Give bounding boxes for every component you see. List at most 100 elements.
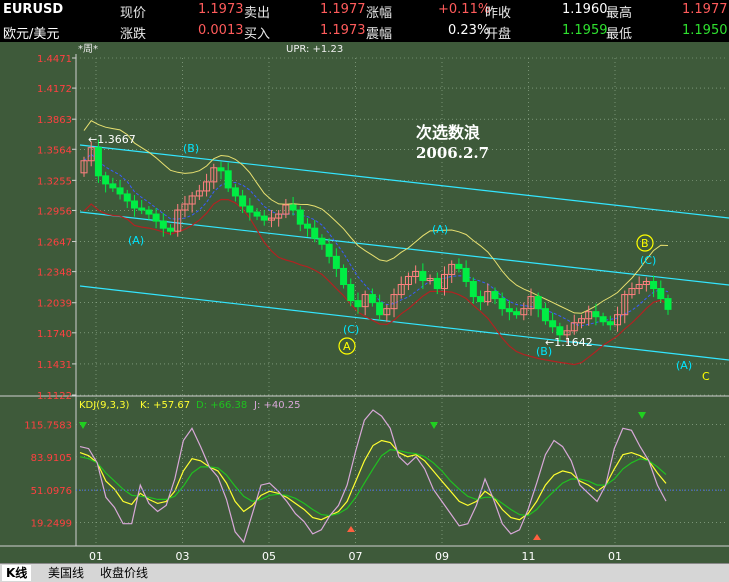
y-tick-label: 1.3564 [37, 145, 72, 156]
x-tick-label: 03 [176, 550, 190, 563]
y-tick-label: 1.1740 [37, 329, 72, 340]
y-tick-label: 115.7583 [24, 420, 72, 431]
quote-value: 0.23% [448, 23, 490, 38]
quote-value: 1.1977 [682, 2, 728, 17]
y-tick-label: 1.2647 [37, 238, 72, 249]
candle-body [116, 187, 124, 195]
y-tick-label: 1.4172 [37, 84, 72, 95]
kdj-title: KDJ(9,3,3) [79, 400, 130, 411]
annotation-date: 2006.2.7 [416, 144, 489, 162]
quote-value: 1.1960 [562, 2, 608, 17]
wave-label: (C) [640, 254, 656, 267]
x-tick-label: 11 [522, 550, 536, 563]
candle-body [592, 311, 600, 318]
candle-body [657, 288, 665, 300]
candle-body [167, 227, 175, 232]
candle-body [260, 215, 268, 221]
y-tick-label: 1.4471 [37, 54, 72, 65]
x-tick-label: 09 [435, 550, 449, 563]
quote-value: 1.1977 [320, 2, 366, 17]
candle-body [491, 291, 499, 300]
candle-body [664, 298, 672, 310]
quote-value: +0.11% [438, 2, 491, 17]
candle-body [94, 147, 102, 177]
quote-value: 1.1973 [198, 2, 244, 17]
candle-body [325, 243, 333, 257]
candle-body [130, 200, 138, 209]
chart-canvas[interactable]: 1.4471 1.4172 1.3863 1.3564 1.3255 1.2956 1.26… [0, 42, 729, 563]
candle-body [304, 223, 312, 229]
candle-body [217, 167, 225, 172]
wave-label: (A) [676, 359, 692, 372]
y-tick-label: 1.1431 [37, 360, 72, 371]
candle-body [318, 237, 326, 245]
candle-body [477, 296, 485, 303]
y-tick-label: 1.1122 [37, 391, 72, 402]
quote-label: 开盘 [485, 27, 512, 42]
quote-label: 震幅 [366, 27, 393, 42]
quote-label: 现价 [120, 6, 147, 21]
y-tick-label: 1.2956 [37, 206, 72, 217]
wave-label: C [702, 370, 710, 383]
candle-body [159, 220, 167, 229]
candle-body [354, 300, 362, 308]
tab-close-line[interactable]: 收盘价线 [96, 565, 152, 581]
candle-body [123, 193, 131, 202]
y-tick-label: 1.3863 [37, 115, 72, 126]
candle-body [239, 195, 247, 207]
quote-value: 0.0013 [198, 23, 244, 38]
candle-body [419, 270, 427, 281]
quote-label: 卖出 [244, 6, 271, 21]
tab-candlestick[interactable]: K线 [2, 565, 32, 581]
instrument-name: 欧元/美元 [3, 27, 60, 42]
symbol: EURUSD [3, 2, 64, 17]
upr-label: UPR: +1.23 [286, 44, 343, 55]
candle-body [650, 280, 658, 290]
candle-body [505, 308, 513, 313]
y-tick-label: 51.0976 [31, 486, 72, 497]
candle-body [152, 213, 160, 222]
quote-label: 最低 [606, 27, 633, 42]
wave-label: (B) [183, 142, 199, 155]
wave-label: (A) [128, 234, 144, 247]
wave-label: (C) [343, 323, 359, 336]
wave-label: ←1.1642 [545, 336, 593, 349]
wave-label: B [641, 237, 649, 250]
candle-body [296, 209, 304, 225]
kdj-k: K: +57.67 [140, 400, 190, 411]
candle-body [340, 267, 348, 286]
period-label: *周* [78, 43, 98, 55]
quote-value: 1.1973 [320, 23, 366, 38]
candle-body [109, 183, 117, 189]
annotation-title: 次选数浪 [416, 123, 480, 142]
candle-body [513, 311, 521, 316]
candle-body [231, 187, 239, 197]
kdj-d: D: +66.38 [196, 400, 247, 411]
quote-row-1: EURUSD 现价 1.1973 卖出 1.1977 涨幅 +0.11% 昨收 … [0, 0, 729, 21]
quote-label: 最高 [606, 6, 633, 21]
x-tick-label: 01 [89, 550, 103, 563]
y-tick-label: 1.3255 [37, 176, 72, 187]
x-tick-label: 07 [349, 550, 363, 563]
quote-value: 1.1950 [682, 23, 728, 38]
candle-body [433, 277, 441, 290]
candle-body [606, 321, 614, 326]
quote-row-2: 欧元/美元 涨跌 0.0013 买入 1.1973 震幅 0.23% 开盘 1.… [0, 21, 729, 42]
quote-label: 涨幅 [366, 6, 393, 21]
x-tick-label: 05 [262, 550, 276, 563]
candle-body [246, 205, 254, 213]
candle-body [376, 302, 384, 316]
candle-body [541, 308, 549, 322]
candle-body [498, 298, 506, 310]
candle-body [289, 204, 297, 211]
candle-body [347, 284, 355, 302]
tab-ohlc[interactable]: 美国线 [44, 565, 88, 581]
wave-label: (B) [536, 345, 552, 358]
candle-body [253, 211, 261, 217]
candle-body [455, 263, 463, 269]
wave-label: ←1.3667 [88, 133, 136, 146]
candle-body [469, 280, 477, 298]
chart-type-tabs: K线 美国线 收盘价线 [0, 563, 729, 582]
candle-body [224, 170, 232, 189]
candle-body [145, 209, 153, 215]
